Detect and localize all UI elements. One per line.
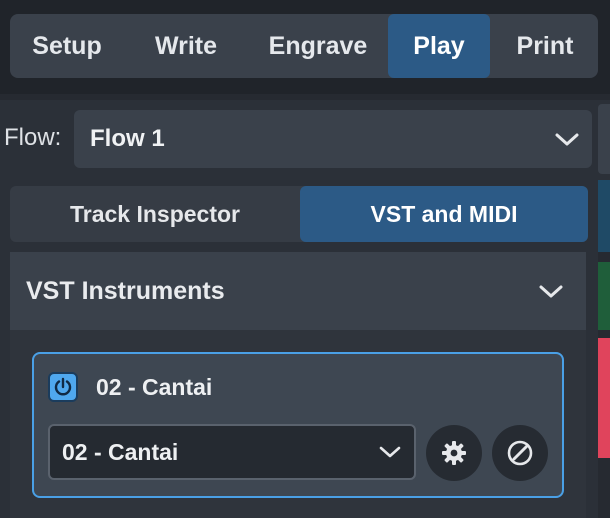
power-button[interactable] [48,372,78,402]
flow-select[interactable]: Flow 1 [74,110,592,168]
mode-tab-bar: Setup Write Engrave Play Print [10,14,598,78]
track-color-strip-blue [598,180,610,252]
gear-icon [442,441,466,465]
chevron-down-icon [555,133,579,146]
chevron-down-icon[interactable] [538,281,564,301]
flow-select-value: Flow 1 [90,125,165,152]
tab-engrave[interactable]: Engrave [248,14,388,78]
tab-print[interactable]: Print [492,14,598,78]
instrument-name: 02 - Cantai [96,374,213,400]
side-panel-edge [598,104,610,174]
flow-label: Flow: [4,124,62,151]
tab-write[interactable]: Write [126,14,246,78]
section-title: VST Instruments [26,277,225,305]
tab-track-inspector[interactable]: Track Inspector [10,186,300,242]
track-color-strip-green [598,262,610,330]
track-color-strip-red [598,338,610,458]
instrument-select-value: 02 - Cantai [62,439,179,465]
power-icon [54,377,72,396]
instrument-select[interactable]: 02 - Cantai [48,424,416,480]
top-toolbar: Setup Write Engrave Play Print [0,0,610,94]
tab-play[interactable]: Play [388,14,490,78]
tab-vst-and-midi[interactable]: VST and MIDI [300,186,588,242]
panel-tab-bar: Track Inspector VST and MIDI [10,186,588,242]
settings-button[interactable] [426,425,482,481]
tab-setup[interactable]: Setup [10,14,124,78]
edit-button[interactable] [492,425,548,481]
edit-icon [507,440,533,466]
chevron-down-icon [379,446,401,458]
vst-instruments-header[interactable]: VST Instruments [10,252,586,330]
